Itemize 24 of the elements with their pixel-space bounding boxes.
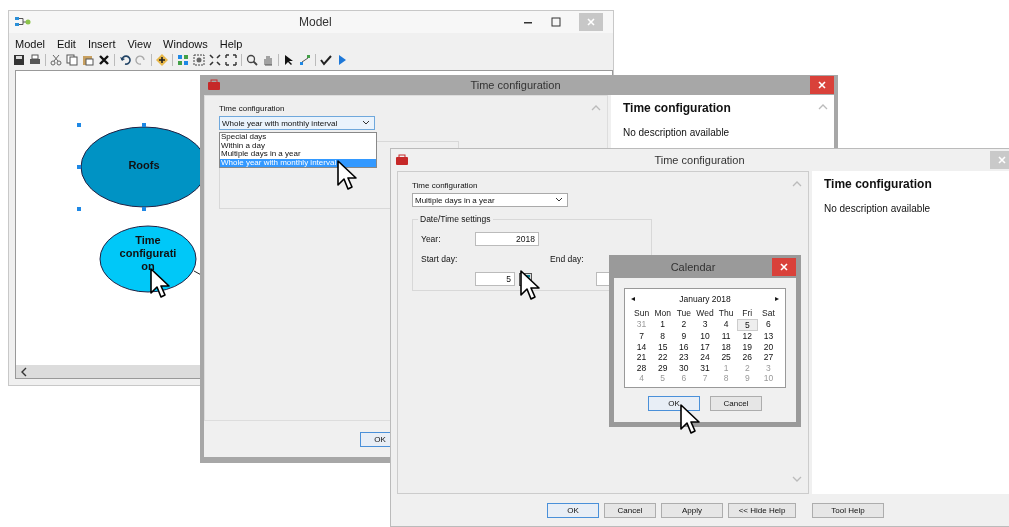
window-title: Model — [299, 15, 332, 29]
help-text: No description available — [623, 127, 731, 138]
field-label: Time configuration — [412, 181, 479, 190]
weekday-label: Sat — [761, 308, 776, 319]
weekday-label: Thu — [717, 308, 735, 319]
window-title: Calendar — [669, 260, 717, 273]
help-text: No description available — [824, 203, 932, 214]
field-label: Time configuration — [219, 104, 286, 113]
weekday-label: Wed — [695, 308, 715, 319]
group-title: Date/Time settings — [418, 214, 493, 224]
node-label: Roofs — [127, 159, 161, 172]
window-title: Time configuration — [469, 79, 562, 91]
help-title: Time configuration — [824, 177, 933, 191]
month-title: January 2018 — [679, 294, 731, 304]
field-label: End day: — [550, 254, 585, 264]
node-label: Time configuration — [118, 234, 178, 273]
field-label: Start day: — [421, 254, 459, 264]
weekday-label: Fri — [741, 308, 754, 319]
window-title: Time configuration — [653, 154, 746, 166]
weekday-label: Mon — [653, 308, 672, 319]
help-title: Time configuration — [623, 101, 732, 115]
weekday-label: Tue — [675, 308, 692, 319]
field-label: Year: — [421, 234, 442, 244]
weekday-label: Sun — [633, 308, 651, 319]
